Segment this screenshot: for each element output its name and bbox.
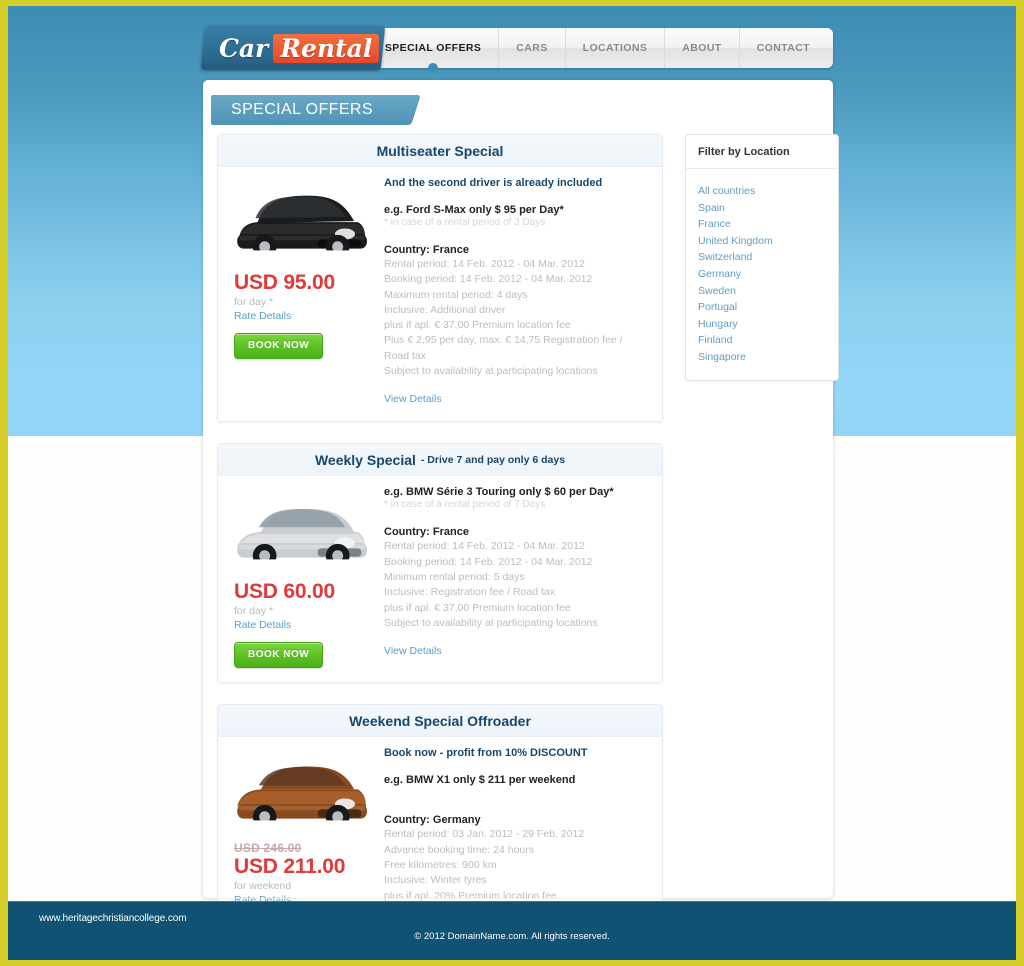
offer-title: Weekend Special Offroader xyxy=(349,712,531,729)
rate-details-link[interactable]: Rate Details xyxy=(234,309,384,324)
offer-detail-line: Maximum rental period: 4 days xyxy=(384,288,528,301)
page-title-tab: SPECIAL OFFERS xyxy=(211,95,407,125)
offer-example-line: e.g. Ford S-Max only $ 95 per Day* xyxy=(384,204,564,216)
location-filter-germany[interactable]: Germany xyxy=(698,266,838,283)
old-price: USD 246.00 xyxy=(234,841,302,856)
offer-media-and-price: USD 60.00 for day * Rate Details BOOK NOW xyxy=(218,486,384,669)
offer-detail-line: Rental period: 03 Jan. 2012 - 29 Feb. 20… xyxy=(384,828,585,841)
page-title: SPECIAL OFFERS xyxy=(231,101,373,118)
nav-item-about[interactable]: ABOUT xyxy=(664,28,738,68)
price-unit: for day * xyxy=(234,605,274,618)
site-logo[interactable]: Car Rental xyxy=(200,26,386,70)
nav-item-locations[interactable]: LOCATIONS xyxy=(564,28,665,68)
rate-details-link[interactable]: Rate Details xyxy=(234,618,384,633)
book-now-button[interactable]: BOOK NOW xyxy=(234,642,324,669)
offer-description: And the second driver is already include… xyxy=(384,177,662,407)
offer-detail-line: Rental period: 14 Feb. 2012 - 04 Mar. 20… xyxy=(384,540,585,553)
footer-top-divider xyxy=(8,901,1016,902)
location-filter-finland[interactable]: Finland xyxy=(698,332,838,349)
nav-item-contact[interactable]: CONTACT xyxy=(738,28,827,68)
offer-card-body: USD 95.00 for day * Rate Details BOOK NOW An… xyxy=(218,167,662,422)
offer-detail-line: Minimum rental period: 5 days xyxy=(384,570,525,583)
view-details-link[interactable]: View Details xyxy=(384,645,442,657)
offer-description: e.g. BMW Série 3 Touring only $ 60 per D… xyxy=(384,486,662,668)
logo-text-car: Car xyxy=(219,33,269,63)
offer-country: Country: France xyxy=(384,526,469,539)
offer-card-body: USD 60.00 for day * Rate Details BOOK NOW e.… xyxy=(218,476,662,683)
footer-domain[interactable]: www.heritagechristiancollege.com xyxy=(39,913,187,924)
car-photo-mpv xyxy=(228,181,378,265)
offer-detail-line: Plus € 2,95 per day, max. € 14,75 Regist… xyxy=(384,334,623,362)
offer-example-line: e.g. BMW Série 3 Touring only $ 60 per D… xyxy=(384,486,614,499)
offer-title: Multiseater Special xyxy=(376,142,504,159)
page-inner: HOMESPECIAL OFFERSCARSLOCATIONSABOUTCONT… xyxy=(8,6,1016,960)
offer-footnote xyxy=(384,786,648,800)
offer-example-line: e.g. BMW X1 only $ 211 per weekend xyxy=(384,774,576,787)
offer-promo-line: And the second driver is already include… xyxy=(384,177,603,189)
footer-copyright: © 2012 DomainName.com. All rights reserv… xyxy=(414,931,610,942)
sidebar-heading: Filter by Location xyxy=(686,135,838,169)
offer-detail-line: Advance booking time: 24 hours xyxy=(384,843,535,856)
offer-detail-line: Rental period: 14 Feb. 2012 - 04 Mar. 20… xyxy=(384,258,585,270)
site-header: HOMESPECIAL OFFERSCARSLOCATIONSABOUTCONT… xyxy=(200,26,833,73)
site-footer: www.heritagechristiancollege.com © 2012 … xyxy=(8,901,1016,960)
location-filter-france[interactable]: France xyxy=(698,216,838,233)
offer-detail-line: plus if apl. € 37,00 Premium location fe… xyxy=(384,319,571,332)
current-price: USD 211.00 xyxy=(234,855,346,879)
price-block: USD 95.00 for day * Rate Details BOOK NOW xyxy=(226,271,384,359)
offer-promo-line: Book now - profit from 10% DISCOUNT xyxy=(384,747,588,760)
page-gold-frame: HOMESPECIAL OFFERSCARSLOCATIONSABOUTCONT… xyxy=(0,0,1024,966)
panel-bottom-divider xyxy=(203,898,833,899)
price-unit: for weekend xyxy=(234,880,292,893)
offer-subtitle: - Drive 7 and pay only 6 days xyxy=(420,453,566,466)
offer-detail-line: Inclusive: Additional driver xyxy=(384,303,506,316)
location-filter-all-countries[interactable]: All countries xyxy=(698,183,838,200)
main-content-panel: SPECIAL OFFERS Multiseater Special USD 95… xyxy=(203,80,839,960)
nav-item-special-offers[interactable]: SPECIAL OFFERS xyxy=(366,28,498,73)
offer-detail-line: Inclusive: Winter tyres xyxy=(384,874,487,887)
logo-inner: Car Rental xyxy=(219,33,380,63)
offer-detail-line: Subject to availability at participating… xyxy=(384,616,598,629)
offer-footnote: * in case of a rental period of 7 Days xyxy=(384,499,546,511)
current-price: USD 95.00 xyxy=(234,271,335,294)
location-filter-united-kingdom[interactable]: United Kingdom xyxy=(698,233,838,250)
offer-detail-line: Inclusive: Registration fee / Road tax xyxy=(384,586,556,599)
offer-detail-line: Booking period: 14 Feb. 2012 - 04 Mar. 2… xyxy=(384,555,593,568)
offer-card-header: Weekly Special - Drive 7 and pay only 6 d… xyxy=(218,444,662,477)
offer-media-and-price: USD 95.00 for day * Rate Details BOOK NOW xyxy=(218,177,384,407)
offer-country: Country: France xyxy=(384,244,469,256)
offer-detail-line: Subject to availability at participating… xyxy=(384,365,598,378)
location-filter-portugal[interactable]: Portugal xyxy=(698,299,838,316)
price-unit: for day * xyxy=(234,296,274,308)
car-photo-suv xyxy=(228,751,378,836)
offer-card: Weekly Special - Drive 7 and pay only 6 d… xyxy=(217,443,663,684)
offer-country: Country: Germany xyxy=(384,814,481,827)
price-block: USD 60.00 for day * Rate Details BOOK NOW xyxy=(226,580,384,669)
offers-column: Multiseater Special USD 95.00 for day * Rat… xyxy=(217,134,663,960)
location-filter-sidebar: Filter by Location All countries Spain Fra… xyxy=(685,134,839,381)
offer-card: Multiseater Special USD 95.00 for day * Rat… xyxy=(217,134,663,423)
offer-detail-line: plus if apl. € 37,00 Premium location fe… xyxy=(384,601,571,614)
offer-title: Weekly Special xyxy=(314,451,416,468)
location-filter-hungary[interactable]: Hungary xyxy=(698,316,838,333)
location-filter-sweden[interactable]: Sweden xyxy=(698,283,838,300)
book-now-button[interactable]: BOOK NOW xyxy=(234,333,324,359)
location-filter-singapore[interactable]: Singapore xyxy=(698,349,838,366)
offer-detail-line: Free kilometres: 900 km xyxy=(384,858,497,871)
offer-card-header: Multiseater Special xyxy=(218,135,662,167)
current-price: USD 60.00 xyxy=(234,580,335,604)
location-filter-spain[interactable]: Spain xyxy=(698,200,838,217)
location-filter-list: All countries Spain France United Kingdom Sw… xyxy=(686,169,838,380)
location-filter-switzerland[interactable]: Switzerland xyxy=(698,249,838,266)
view-details-link[interactable]: View Details xyxy=(384,393,442,405)
offer-card-header: Weekend Special Offroader xyxy=(218,705,662,738)
offer-footnote: * in case of a rental period of 3 Days xyxy=(384,217,546,228)
car-photo-wagon xyxy=(228,490,378,575)
logo-text-rental: Rental xyxy=(273,33,380,63)
nav-item-cars[interactable]: CARS xyxy=(498,28,564,68)
offer-detail-line: Booking period: 14 Feb. 2012 - 04 Mar. 2… xyxy=(384,273,593,286)
